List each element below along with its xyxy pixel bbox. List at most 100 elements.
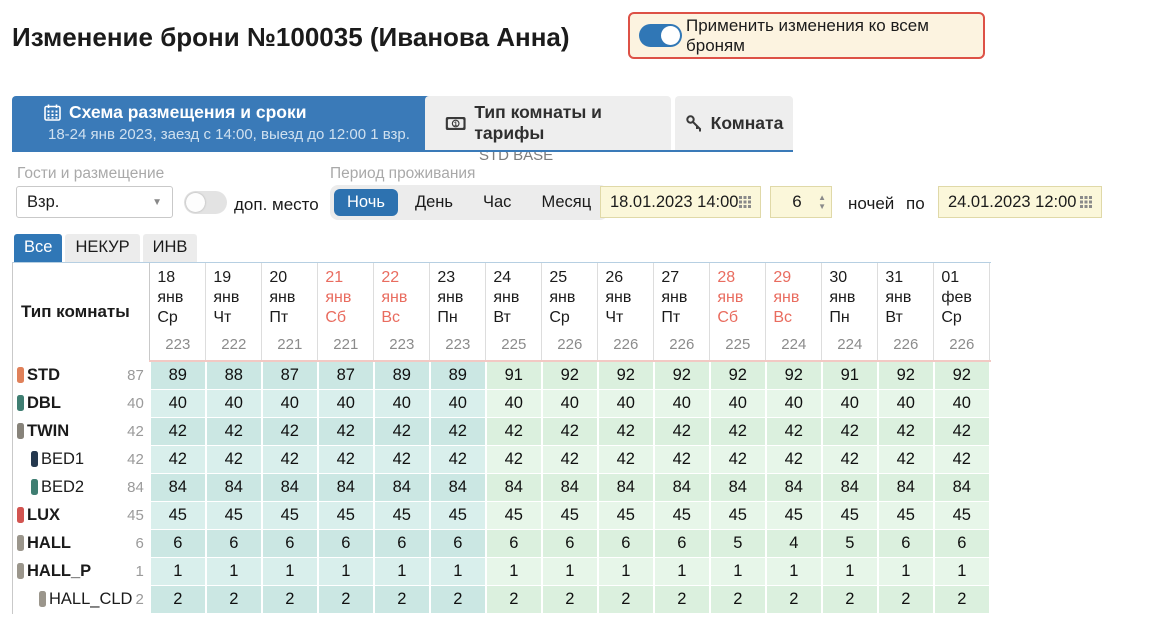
room-label-cell: STD87 bbox=[13, 361, 150, 389]
nights-stepper[interactable]: 6 ▲▼ bbox=[770, 186, 832, 218]
capacity-cell: 222 bbox=[206, 328, 262, 361]
availability-cell: 92 bbox=[598, 361, 654, 389]
availability-cell: 2 bbox=[822, 585, 878, 613]
checkin-date-field[interactable]: 18.01.2023 14:00 bbox=[600, 186, 761, 218]
tab-room[interactable]: Комната bbox=[675, 96, 793, 150]
availability-cell: 42 bbox=[542, 417, 598, 445]
availability-cell: 45 bbox=[486, 501, 542, 529]
svg-text:1: 1 bbox=[454, 120, 458, 127]
availability-cell: 84 bbox=[486, 473, 542, 501]
availability-cell: 40 bbox=[542, 389, 598, 417]
room-color-chip bbox=[31, 451, 38, 467]
availability-cell: 6 bbox=[374, 529, 430, 557]
tab-placement-schema[interactable]: Схема размещения и сроки 18-24 янв 2023,… bbox=[12, 96, 432, 150]
availability-cell: 42 bbox=[430, 417, 486, 445]
availability-cell: 42 bbox=[934, 417, 990, 445]
availability-cell: 84 bbox=[318, 473, 374, 501]
availability-cell: 5 bbox=[822, 529, 878, 557]
filter-tab-all[interactable]: Все bbox=[14, 234, 62, 262]
availability-cell: 6 bbox=[486, 529, 542, 557]
availability-cell: 40 bbox=[654, 389, 710, 417]
availability-cell: 6 bbox=[654, 529, 710, 557]
room-row: DBL40404040404040404040404040404040 bbox=[13, 389, 990, 417]
page-title: Изменение брони №100035 (Иванова Анна) bbox=[12, 22, 570, 53]
room-label: HALL_P bbox=[27, 562, 91, 581]
toggle-knob bbox=[661, 26, 680, 45]
capacity-cell: 223 bbox=[430, 328, 486, 361]
availability-cell: 1 bbox=[822, 557, 878, 585]
room-row: HALL6666666666654566 bbox=[13, 529, 990, 557]
capacity-cell: 224 bbox=[822, 328, 878, 361]
room-label: BED2 bbox=[41, 478, 84, 497]
availability-cell: 4 bbox=[766, 529, 822, 557]
availability-cell: 88 bbox=[206, 361, 262, 389]
room-row: LUX45454545454545454545454545454545 bbox=[13, 501, 990, 529]
availability-cell: 6 bbox=[934, 529, 990, 557]
capacity-cell: 223 bbox=[374, 328, 430, 361]
stepper-up-icon[interactable]: ▲ bbox=[818, 194, 826, 201]
availability-cell: 45 bbox=[262, 501, 318, 529]
room-color-chip bbox=[17, 535, 24, 551]
to-word: по bbox=[906, 194, 925, 214]
availability-cell: 92 bbox=[542, 361, 598, 389]
availability-cell: 42 bbox=[262, 445, 318, 473]
room-label-cell: DBL40 bbox=[13, 389, 150, 417]
availability-cell: 45 bbox=[822, 501, 878, 529]
availability-cell: 84 bbox=[598, 473, 654, 501]
availability-cell: 5 bbox=[710, 529, 766, 557]
guests-select-value: Взр. bbox=[27, 193, 59, 212]
filter-tab-inv[interactable]: ИНВ bbox=[143, 234, 198, 262]
guests-section-label: Гости и размещение bbox=[17, 165, 164, 183]
calendar-icon bbox=[44, 104, 61, 121]
availability-cell: 45 bbox=[654, 501, 710, 529]
availability-cell: 1 bbox=[542, 557, 598, 585]
room-count: 6 bbox=[132, 535, 143, 552]
availability-cell: 1 bbox=[934, 557, 990, 585]
apply-all-panel: Применить изменения ко всем броням bbox=[628, 12, 985, 59]
availability-table: Тип комнаты18 янвСр19 янвЧт20 янвПт21 ян… bbox=[12, 262, 991, 614]
availability-cell: 92 bbox=[710, 361, 766, 389]
availability-cell: 6 bbox=[430, 529, 486, 557]
guests-select[interactable]: Взр. ▼ bbox=[16, 186, 173, 218]
checkout-date-field[interactable]: 24.01.2023 12:00 bbox=[938, 186, 1102, 218]
availability-cell: 42 bbox=[710, 417, 766, 445]
availability-cell: 89 bbox=[430, 361, 486, 389]
room-label-cell: TWIN42 bbox=[13, 417, 150, 445]
availability-cell: 89 bbox=[374, 361, 430, 389]
room-row: HALL_P1111111111111111 bbox=[13, 557, 990, 585]
filter-tab-nonsmoking[interactable]: НЕКУР bbox=[65, 234, 139, 262]
unit-month-button[interactable]: Месяц bbox=[528, 189, 604, 216]
unit-hour-button[interactable]: Час bbox=[470, 189, 524, 216]
stepper-down-icon[interactable]: ▼ bbox=[818, 203, 826, 210]
apply-all-label: Применить изменения ко всем броням bbox=[686, 16, 974, 56]
room-color-chip bbox=[17, 367, 24, 383]
availability-cell: 1 bbox=[262, 557, 318, 585]
availability-cell: 42 bbox=[262, 417, 318, 445]
availability-cell: 1 bbox=[206, 557, 262, 585]
availability-cell: 6 bbox=[598, 529, 654, 557]
unit-day-button[interactable]: День bbox=[402, 189, 466, 216]
room-color-chip bbox=[17, 395, 24, 411]
chevron-down-icon: ▼ bbox=[152, 197, 162, 208]
availability-cell: 42 bbox=[374, 445, 430, 473]
apply-all-toggle[interactable] bbox=[639, 24, 682, 47]
unit-night-button[interactable]: Ночь bbox=[334, 189, 398, 216]
room-label: TWIN bbox=[27, 422, 69, 441]
availability-cell: 84 bbox=[430, 473, 486, 501]
availability-cell: 84 bbox=[822, 473, 878, 501]
availability-cell: 6 bbox=[878, 529, 934, 557]
availability-cell: 42 bbox=[318, 445, 374, 473]
availability-cell: 84 bbox=[150, 473, 206, 501]
extra-bed-toggle[interactable] bbox=[184, 191, 227, 214]
availability-cell: 42 bbox=[150, 445, 206, 473]
availability-cell: 2 bbox=[262, 585, 318, 613]
tab-room-type-rates[interactable]: 1 Тип комнаты и тарифы STD BASE bbox=[425, 96, 671, 150]
availability-cell: 2 bbox=[878, 585, 934, 613]
room-count: 2 bbox=[132, 591, 143, 608]
availability-cell: 84 bbox=[766, 473, 822, 501]
checkout-date-value: 24.01.2023 12:00 bbox=[948, 193, 1076, 212]
checkin-date-value: 18.01.2023 14:00 bbox=[610, 193, 738, 212]
room-type-header: Тип комнаты bbox=[13, 263, 150, 361]
availability-cell: 42 bbox=[206, 417, 262, 445]
availability-cell: 42 bbox=[150, 417, 206, 445]
